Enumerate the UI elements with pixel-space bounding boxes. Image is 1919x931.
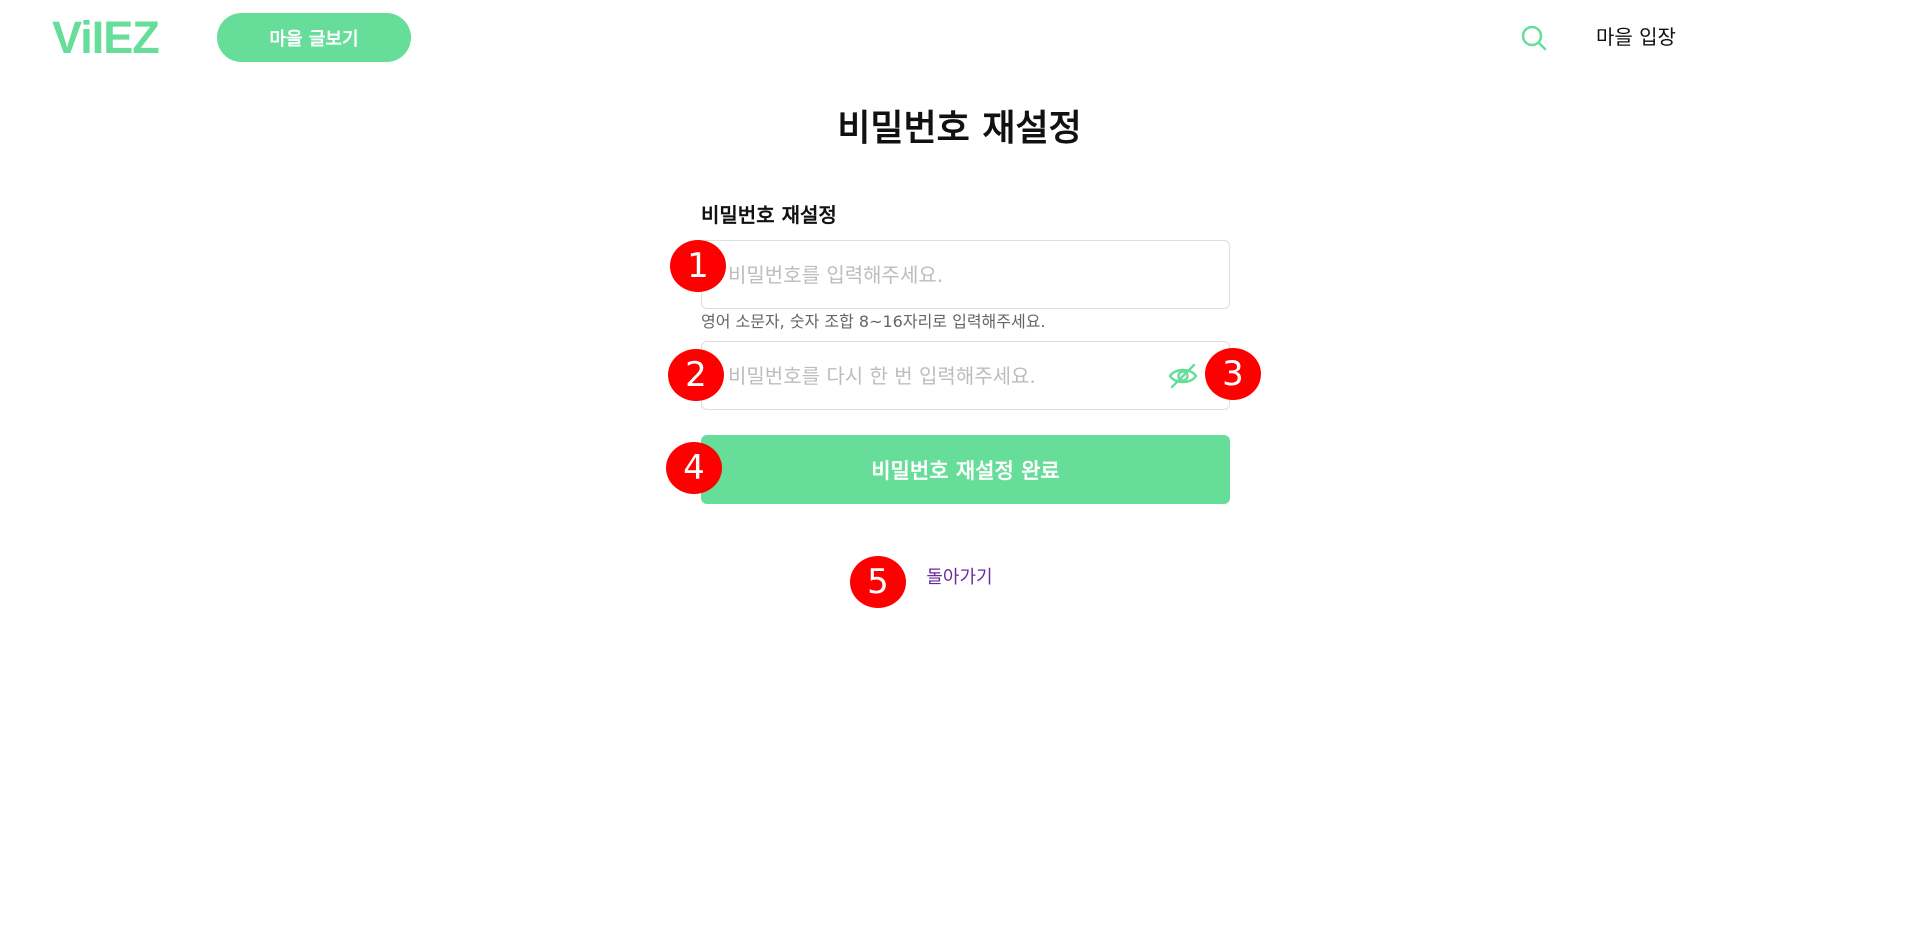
confirm-password-input[interactable] [702,342,1168,409]
password-input[interactable] [702,241,1168,308]
annotation-marker-4: 4 [666,442,722,494]
browse-village-button[interactable]: 마을 글보기 [217,13,411,62]
page: ViIEZ 마을 글보기 마을 입장 비밀번호 재설정 비밀번호 재설정 영어 … [0,0,1919,931]
logo[interactable]: ViIEZ [52,12,160,64]
annotation-marker-1: 1 [670,240,726,292]
password-field [701,240,1230,309]
search-icon[interactable] [1518,22,1550,54]
confirm-password-field [701,341,1230,410]
back-link-row: 돌아가기 [0,565,1919,591]
annotation-marker-2: 2 [668,349,724,401]
form-label: 비밀번호 재설정 [701,203,837,227]
reset-password-submit-button[interactable]: 비밀번호 재설정 완료 [701,435,1230,504]
enter-village-link[interactable]: 마을 입장 [1596,22,1676,52]
password-hint: 영어 소문자, 숫자 조합 8~16자리로 입력해주세요. [701,312,1046,331]
annotation-marker-5: 5 [850,556,906,608]
annotation-marker-3: 3 [1205,348,1261,400]
page-title: 비밀번호 재설정 [837,108,1082,149]
back-link[interactable]: 돌아가기 [926,567,992,588]
eye-off-icon[interactable] [1167,361,1199,391]
